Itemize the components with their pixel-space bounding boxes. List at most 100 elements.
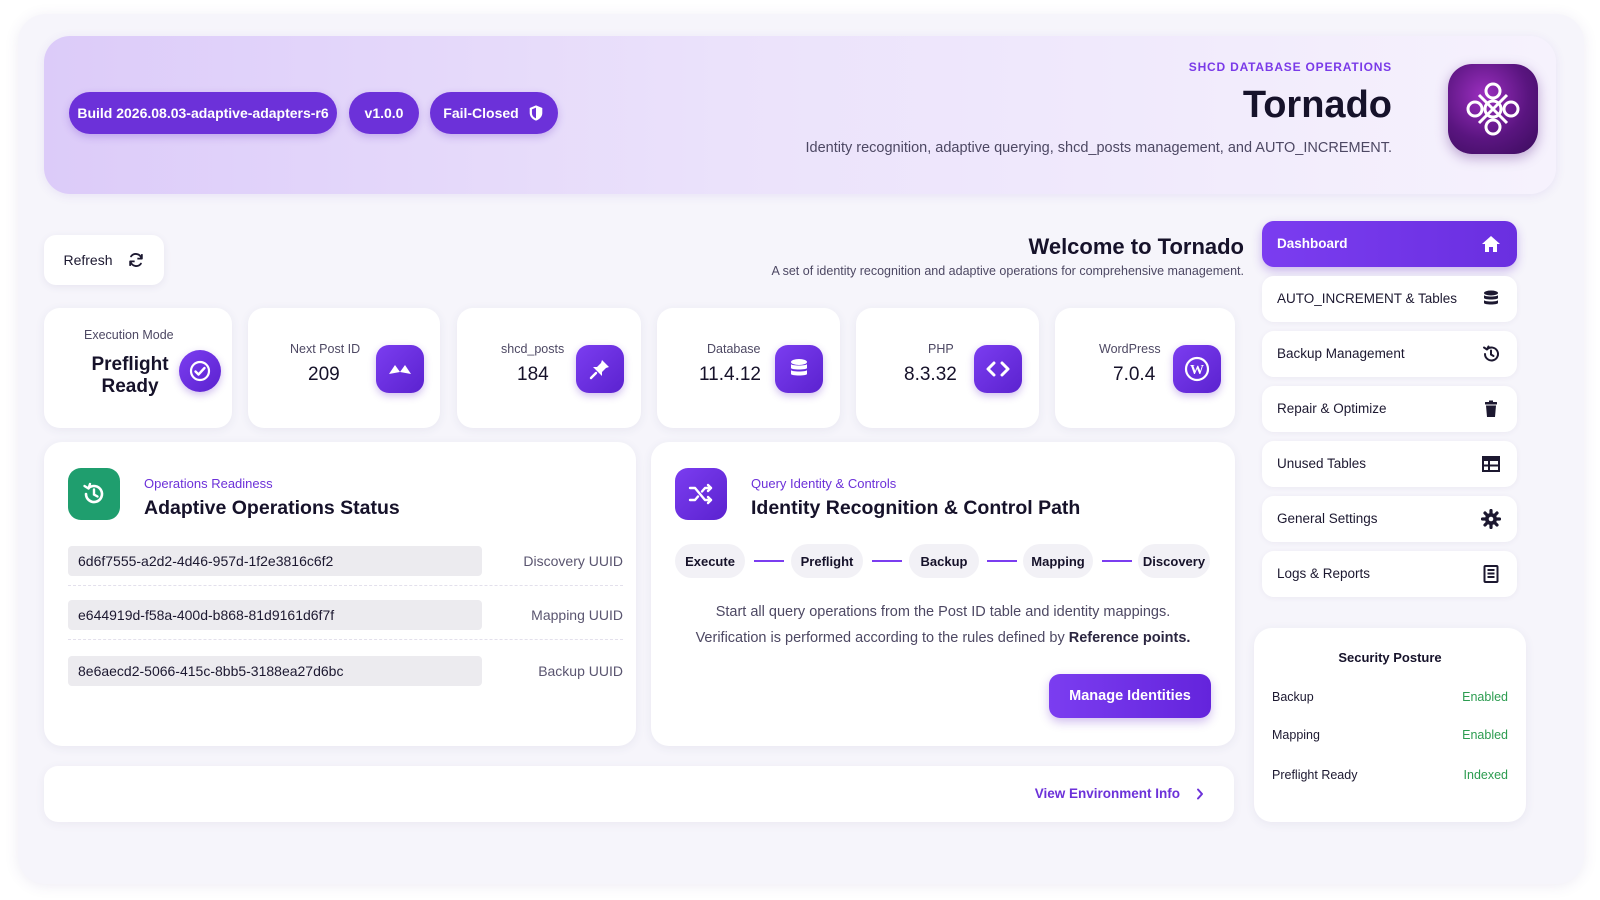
trash-icon <box>1485 400 1497 417</box>
identity-description-line1: Start all query operations from the Post… <box>715 604 1171 620</box>
fail-closed-badge: Fail-Closed <box>430 92 558 134</box>
posture-status: Indexed <box>1463 768 1508 782</box>
stat-card-execution-mode: Execution Mode Preflight Ready <box>44 308 232 428</box>
uuid-row-mapping: e644919d-f58a-400d-b868-81d9161d6f7f Map… <box>68 592 623 640</box>
refresh-label: Refresh <box>63 252 113 268</box>
stat-label: Database <box>707 342 761 356</box>
panel-title: Adaptive Operations Status <box>144 497 400 519</box>
step-connector <box>1102 560 1132 562</box>
stat-value: 8.3.32 <box>904 364 957 385</box>
description-text: Verification is performed according to t… <box>695 630 1069 646</box>
shuffle-icon <box>675 468 727 520</box>
uuid-label: Discovery UUID <box>523 553 623 569</box>
uuid-row-discovery: 6d6f7555-a2d2-4d46-957d-1f2e3816c6f2 Dis… <box>68 538 623 586</box>
sidebar-item-general-settings[interactable]: General Settings <box>1262 496 1517 542</box>
step-mapping[interactable]: Mapping <box>1023 544 1093 578</box>
gear-icon <box>1481 509 1501 529</box>
posture-row-preflight: Preflight Ready Indexed <box>1272 768 1508 782</box>
sidebar-item-auto-increment[interactable]: AUTO_INCREMENT & Tables <box>1262 276 1517 322</box>
sidebar-nav: Dashboard AUTO_INCREMENT & Tables Backup… <box>1254 214 1526 608</box>
stat-value: 209 <box>308 364 340 385</box>
posture-label: Mapping <box>1272 728 1320 742</box>
identity-description-line2: Verification is performed according to t… <box>651 630 1235 646</box>
panel-eyebrow: Query Identity & Controls <box>751 476 897 491</box>
step-connector <box>987 560 1017 562</box>
tornado-logo <box>1448 64 1538 154</box>
panel-title: Identity Recognition & Control Path <box>751 497 1081 519</box>
sidebar-item-label: Backup Management <box>1277 346 1405 361</box>
manage-identities-button[interactable]: Manage Identities <box>1049 674 1211 718</box>
build-badge: Build 2026.08.03-adaptive-adapters-r6 <box>69 92 337 134</box>
posture-label: Backup <box>1272 690 1314 704</box>
version-badge: v1.0.0 <box>349 92 419 134</box>
stat-label: shcd_posts <box>501 342 565 356</box>
sidebar-item-label: Dashboard <box>1277 236 1348 251</box>
posture-row-mapping: Mapping Enabled <box>1272 728 1508 742</box>
stat-card-wordpress: WordPress 7.0.4 W <box>1055 308 1235 428</box>
sidebar-item-unused-tables[interactable]: Unused Tables <box>1262 441 1517 487</box>
app-subtitle: Identity recognition, adaptive querying,… <box>805 140 1393 156</box>
refresh-button[interactable]: Refresh <box>44 235 164 285</box>
home-icon <box>1482 236 1500 252</box>
uuid-label: Mapping UUID <box>531 607 623 623</box>
chevron-right-icon <box>1197 788 1203 799</box>
sidebar-item-label: Repair & Optimize <box>1277 401 1387 416</box>
uuid-value[interactable]: 6d6f7555-a2d2-4d46-957d-1f2e3816c6f2 <box>68 546 482 576</box>
wordpress-icon: W <box>1173 345 1221 393</box>
stat-label: WordPress <box>1099 342 1161 356</box>
sidebar-item-logs-reports[interactable]: Logs & Reports <box>1262 551 1517 597</box>
stat-label: PHP <box>928 342 954 356</box>
logo-emblem-icon <box>1466 82 1520 136</box>
stat-label: Execution Mode <box>84 328 174 342</box>
uuid-value[interactable]: 8e6aecd2-5066-415c-8bb5-3188ea27d6bc <box>68 656 482 686</box>
step-preflight[interactable]: Preflight <box>791 544 863 578</box>
step-connector <box>872 560 902 562</box>
step-execute[interactable]: Execute <box>675 544 745 578</box>
uuid-value[interactable]: e644919d-f58a-400d-b868-81d9161d6f7f <box>68 600 482 630</box>
posture-title: Security Posture <box>1338 650 1442 665</box>
stat-card-database: Database 11.4.12 <box>657 308 840 428</box>
sidebar-item-backup-management[interactable]: Backup Management <box>1262 331 1517 377</box>
list-icon <box>1483 565 1499 583</box>
step-discovery[interactable]: Discovery <box>1138 544 1210 578</box>
stat-value: Preflight Ready <box>91 354 169 397</box>
history-icon <box>68 468 120 520</box>
stat-card-next-post-id: Next Post ID 209 <box>248 308 440 428</box>
sidebar-item-label: General Settings <box>1277 511 1378 526</box>
view-environment-info-link[interactable]: View Environment Info <box>1035 786 1204 801</box>
reference-points-text: Reference points. <box>1068 630 1191 646</box>
environment-bar: View Environment Info <box>44 766 1234 822</box>
stat-value: 184 <box>517 364 549 385</box>
pin-icon <box>576 345 624 393</box>
sidebar-item-label: Unused Tables <box>1277 456 1367 471</box>
refresh-icon <box>128 253 143 267</box>
database-icon <box>1484 290 1498 305</box>
code-icon <box>974 345 1022 393</box>
adaptive-status-panel: Operations Readiness Adaptive Operations… <box>44 442 636 746</box>
svg-text:W: W <box>1190 363 1204 378</box>
table-icon <box>1482 456 1500 472</box>
posture-status: Enabled <box>1462 728 1508 742</box>
database-icon <box>775 345 823 393</box>
uuid-label: Backup UUID <box>538 663 623 679</box>
stat-value: 11.4.12 <box>699 364 761 385</box>
check-circle-icon <box>179 350 221 392</box>
sidebar-item-repair-optimize[interactable]: Repair & Optimize <box>1262 386 1517 432</box>
welcome-title: Welcome to Tornado <box>1028 234 1244 259</box>
welcome-subtitle: A set of identity recognition and adapti… <box>771 264 1244 278</box>
posture-label: Preflight Ready <box>1272 768 1358 782</box>
step-backup[interactable]: Backup <box>909 544 979 578</box>
sidebar-item-label: Logs & Reports <box>1277 566 1371 581</box>
uuid-row-backup: 8e6aecd2-5066-415c-8bb5-3188ea27d6bc Bac… <box>68 648 623 696</box>
shield-icon <box>529 105 543 121</box>
stat-card-php: PHP 8.3.32 <box>856 308 1039 428</box>
security-posture-card: Security Posture Backup Enabled Mapping … <box>1254 628 1526 822</box>
arrows-icon <box>376 345 424 393</box>
stat-label: Next Post ID <box>290 342 361 356</box>
history-icon <box>1483 345 1499 362</box>
sidebar-item-dashboard[interactable]: Dashboard <box>1262 221 1517 267</box>
posture-status: Enabled <box>1462 690 1508 704</box>
panel-eyebrow: Operations Readiness <box>144 476 273 491</box>
identity-control-panel: Query Identity & Controls Identity Recog… <box>651 442 1235 746</box>
app-title: Tornado <box>1242 84 1392 126</box>
